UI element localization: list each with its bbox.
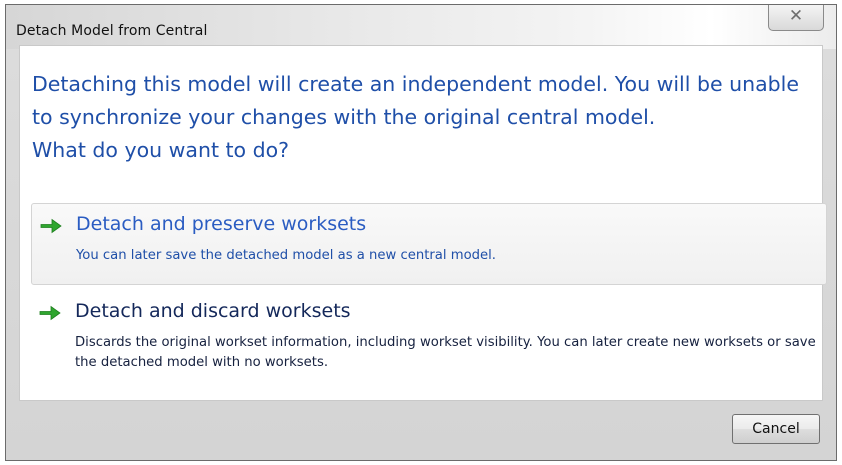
main-instruction: Detaching this model will create an inde… (32, 68, 812, 167)
title-bar[interactable]: Detach Model from Central ✕ (6, 5, 836, 49)
option-title: Detach and preserve worksets (76, 213, 367, 235)
dialog-footer: Cancel (6, 402, 836, 460)
detach-preserve-worksets-option[interactable]: Detach and preserve worksets You can lat… (31, 203, 827, 285)
option-description: Discards the original workset informatio… (75, 335, 816, 370)
window-title: Detach Model from Central (16, 23, 208, 39)
cancel-button[interactable]: Cancel (732, 414, 820, 444)
instruction-text: Detaching this model will create an inde… (32, 72, 799, 162)
close-icon: ✕ (788, 6, 804, 26)
close-button[interactable]: ✕ (768, 5, 824, 31)
option-title: Detach and discard worksets (75, 300, 351, 322)
dialog-window: Detach Model from Central ✕ Detaching th… (5, 4, 837, 461)
dialog-content: Detaching this model will create an inde… (19, 45, 827, 401)
green-arrow-icon (39, 305, 61, 321)
green-arrow-icon (40, 218, 62, 234)
option-description: You can later save the detached model as… (76, 248, 496, 263)
detach-discard-worksets-option[interactable]: Detach and discard worksets Discards the… (31, 291, 827, 391)
